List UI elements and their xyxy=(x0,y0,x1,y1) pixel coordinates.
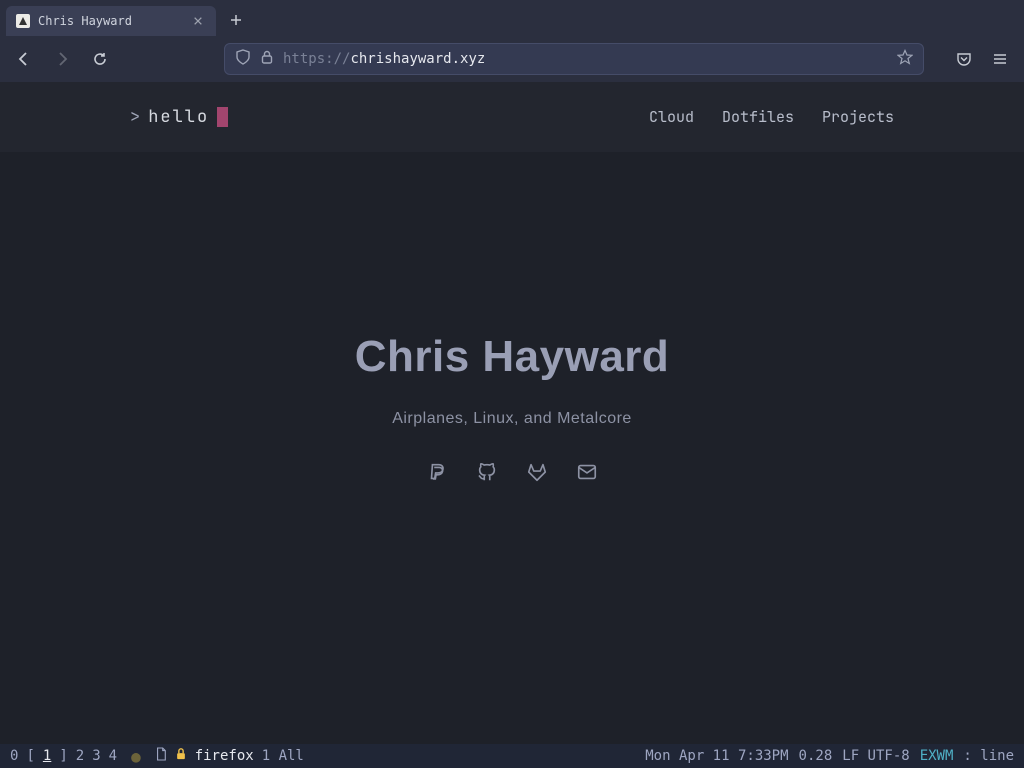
browser-toolbar: https://chrishayward.xyz xyxy=(0,36,1024,82)
modeline-trailing: : line xyxy=(963,748,1014,764)
workspace-2[interactable]: 2 xyxy=(76,748,84,764)
tab-title: Chris Hayward xyxy=(38,14,182,28)
lock-icon[interactable] xyxy=(259,49,275,69)
workspace-list: 0 [1] 2 3 4 xyxy=(10,748,117,764)
back-button[interactable] xyxy=(10,45,38,73)
page-viewport: > hello Cloud Dotfiles Projects Chris Ha… xyxy=(0,82,1024,744)
bookmark-star-icon[interactable] xyxy=(897,49,913,69)
browser-tabstrip: Chris Hayward xyxy=(0,0,1024,36)
new-tab-button[interactable] xyxy=(222,6,250,34)
social-links xyxy=(425,460,599,484)
readonly-lock-icon xyxy=(175,747,187,765)
tab-favicon xyxy=(16,14,30,28)
hamburger-menu-icon[interactable] xyxy=(986,45,1014,73)
buffer-name: firefox xyxy=(195,748,254,764)
forward-button[interactable] xyxy=(48,45,76,73)
reload-button[interactable] xyxy=(86,45,114,73)
workspace-4[interactable]: 4 xyxy=(109,748,117,764)
tab-close-button[interactable] xyxy=(190,13,206,29)
gitlab-icon[interactable] xyxy=(525,460,549,484)
browser-tab[interactable]: Chris Hayward xyxy=(6,6,216,36)
paypal-icon[interactable] xyxy=(425,460,449,484)
hero: Chris Hayward Airplanes, Linux, and Meta… xyxy=(0,112,1024,704)
modeline-datetime: Mon Apr 11 7:33PM xyxy=(645,748,788,764)
hero-name: Chris Hayward xyxy=(355,332,670,382)
hero-tagline: Airplanes, Linux, and Metalcore xyxy=(392,410,632,428)
github-icon[interactable] xyxy=(475,460,499,484)
modeline-major-mode: EXWM xyxy=(920,748,954,764)
workspace-3[interactable]: 3 xyxy=(92,748,100,764)
shield-icon[interactable] xyxy=(235,49,251,69)
mail-icon[interactable] xyxy=(575,460,599,484)
emacs-modeline: 0 [1] 2 3 4 ● firefox 1 All Mon Apr 11 7… xyxy=(0,744,1024,768)
workspace-1[interactable]: 1 xyxy=(43,748,51,764)
modeline-dot-icon: ● xyxy=(125,747,147,766)
modeline-encoding: LF UTF-8 xyxy=(842,748,909,764)
pocket-icon[interactable] xyxy=(950,45,978,73)
workspace-0[interactable]: 0 xyxy=(10,748,18,764)
modeline-load: 0.28 xyxy=(799,748,833,764)
buffer-position: 1 All xyxy=(262,748,304,764)
file-icon xyxy=(155,747,167,765)
address-bar[interactable]: https://chrishayward.xyz xyxy=(224,43,924,75)
url-text: https://chrishayward.xyz xyxy=(283,51,485,67)
